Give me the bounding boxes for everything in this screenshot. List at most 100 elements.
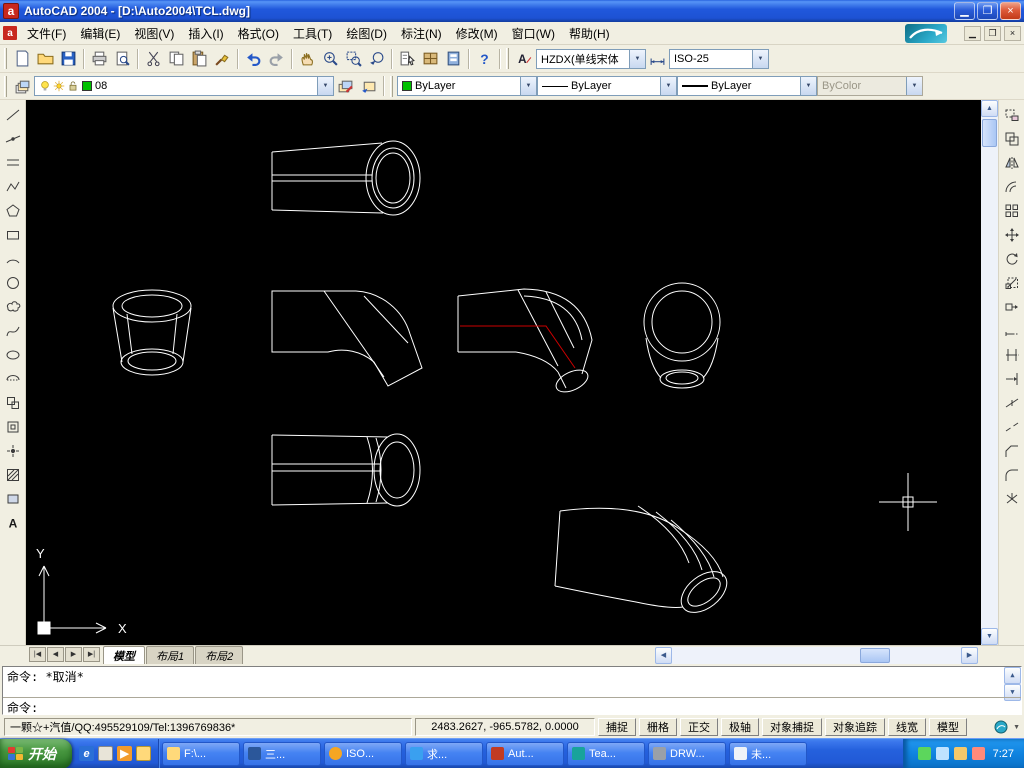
insert-block-button[interactable] (1, 391, 25, 415)
color-combo[interactable]: ByLayer ▼ (397, 76, 537, 96)
undo-button[interactable] (242, 47, 265, 70)
cad-drawing-socket[interactable] (112, 289, 192, 376)
polar-toggle[interactable]: 极轴 (721, 718, 759, 736)
zoom-previous-button[interactable] (365, 47, 388, 70)
mirror-button[interactable] (1000, 151, 1024, 175)
prev-tab-button[interactable]: ◀ (47, 647, 64, 662)
lengthen-button[interactable] (1000, 319, 1024, 343)
rectangle-button[interactable] (1, 223, 25, 247)
copy-button[interactable] (165, 47, 188, 70)
show-desktop-icon[interactable] (98, 746, 113, 761)
paste-button[interactable] (188, 47, 211, 70)
break-at-point-button[interactable] (1000, 391, 1024, 415)
menu-tools[interactable]: 工具(T) (286, 22, 339, 45)
scroll-up-arrow[interactable]: ▲ (981, 100, 998, 117)
ellipse-arc-button[interactable] (1, 367, 25, 391)
scroll-left-arrow[interactable]: ◀ (655, 647, 672, 664)
menu-window[interactable]: 窗口(W) (505, 22, 562, 45)
menu-dimension[interactable]: 标注(N) (394, 22, 449, 45)
dim-style-combo[interactable]: ISO-25 ▼ (669, 48, 769, 69)
circle-button[interactable] (1, 271, 25, 295)
chevron-down-icon[interactable]: ▼ (752, 49, 768, 68)
taskbar-clock[interactable]: 7:27 (993, 748, 1014, 760)
text-style-combo[interactable]: HZDX(单线宋体 ▼ (536, 48, 646, 69)
communication-center-icon[interactable] (993, 719, 1009, 735)
chevron-down-icon[interactable]: ▼ (629, 49, 645, 68)
mdi-minimize-button[interactable]: ▁ (964, 25, 981, 41)
text-style-icon[interactable]: A (513, 47, 536, 70)
menu-help[interactable]: 帮助(H) (562, 22, 617, 45)
maximize-button[interactable]: ❐ (977, 2, 998, 20)
menu-file[interactable]: 文件(F) (20, 22, 73, 45)
taskbar-task-doc[interactable]: 三... (243, 741, 321, 766)
move-button[interactable] (1000, 223, 1024, 247)
point-button[interactable] (1, 439, 25, 463)
drawing-file-icon[interactable]: a (3, 26, 17, 40)
rotate-button[interactable] (1000, 247, 1024, 271)
region-button[interactable] (1, 487, 25, 511)
menu-format[interactable]: 格式(O) (231, 22, 286, 45)
new-button[interactable] (11, 47, 34, 70)
tab-model[interactable]: 模型 (103, 646, 145, 666)
redo-button[interactable] (265, 47, 288, 70)
break-button[interactable] (1000, 415, 1024, 439)
save-button[interactable] (57, 47, 80, 70)
tab-layout2[interactable]: 布局2 (195, 646, 244, 666)
spline-button[interactable] (1, 319, 25, 343)
vertical-scroll-thumb[interactable] (982, 119, 997, 147)
layer-previous-button[interactable] (357, 75, 380, 98)
mdi-restore-button[interactable]: ❐ (984, 25, 1001, 41)
chevron-down-icon[interactable]: ▼ (520, 77, 536, 95)
line-button[interactable] (1, 103, 25, 127)
linetype-combo[interactable]: ByLayer ▼ (537, 76, 677, 96)
construction-line-button[interactable] (1, 127, 25, 151)
lineweight-combo[interactable]: ByLayer ▼ (677, 76, 817, 96)
scroll-up-arrow[interactable]: ▲ (1004, 667, 1021, 684)
copy-object-button[interactable] (1000, 127, 1024, 151)
snap-toggle[interactable]: 捕捉 (598, 718, 636, 736)
menu-draw[interactable]: 绘图(D) (339, 22, 394, 45)
command-history[interactable]: 命令: *取消* (3, 667, 1004, 697)
offset-button[interactable] (1000, 175, 1024, 199)
start-button[interactable]: 开始 (0, 738, 72, 768)
last-tab-button[interactable]: ▶| (83, 647, 100, 662)
make-block-button[interactable] (1, 415, 25, 439)
next-tab-button[interactable]: ▶ (65, 647, 82, 662)
canvas-vertical-scrollbar[interactable]: ▲ ▼ (981, 100, 998, 645)
taskbar-task-drw[interactable]: DRW... (648, 741, 726, 766)
cad-drawing-top-cylinder[interactable] (271, 140, 421, 216)
polyline-button[interactable] (1, 175, 25, 199)
first-tab-button[interactable]: |◀ (29, 647, 46, 662)
chevron-down-icon[interactable]: ▼ (317, 77, 333, 95)
multiline-text-button[interactable]: A (1, 511, 25, 535)
properties-button[interactable] (396, 47, 419, 70)
antivirus-icon[interactable] (971, 747, 985, 760)
dim-style-icon[interactable] (646, 47, 669, 70)
media-player-icon[interactable]: ▶ (117, 746, 132, 761)
toolbar-grip[interactable] (506, 48, 509, 69)
trim-button[interactable] (1000, 343, 1024, 367)
coordinates-readout[interactable]: 2483.2627, -965.5782, 0.0000 (415, 718, 595, 736)
vertical-scroll-track[interactable] (981, 117, 998, 628)
internet-explorer-icon[interactable]: e (79, 746, 94, 761)
canvas-horizontal-scrollbar[interactable]: ◀ ▶ (655, 647, 978, 664)
zoom-realtime-button[interactable] (319, 47, 342, 70)
scroll-right-arrow[interactable]: ▶ (961, 647, 978, 664)
cad-drawing-elbow-with-centerline[interactable] (457, 288, 593, 396)
make-object-layer-current-button[interactable] (334, 75, 357, 98)
ortho-toggle[interactable]: 正交 (680, 718, 718, 736)
multiline-button[interactable] (1, 151, 25, 175)
erase-button[interactable] (1000, 103, 1024, 127)
volume-icon[interactable] (917, 747, 931, 760)
minimize-button[interactable]: ▁ (954, 2, 975, 20)
cad-drawing-elbow-profile[interactable] (271, 290, 423, 387)
pan-button[interactable] (296, 47, 319, 70)
tab-layout1[interactable]: 布局1 (146, 646, 195, 666)
zoom-window-button[interactable] (342, 47, 365, 70)
osnap-toggle[interactable]: 对象捕捉 (762, 718, 822, 736)
model-paper-toggle[interactable]: 模型 (929, 718, 967, 736)
folder-icon[interactable] (136, 746, 151, 761)
chevron-down-icon[interactable]: ▼ (660, 77, 676, 95)
model-space-canvas[interactable]: X Y (26, 100, 981, 645)
mdi-close-button[interactable]: × (1004, 25, 1021, 41)
